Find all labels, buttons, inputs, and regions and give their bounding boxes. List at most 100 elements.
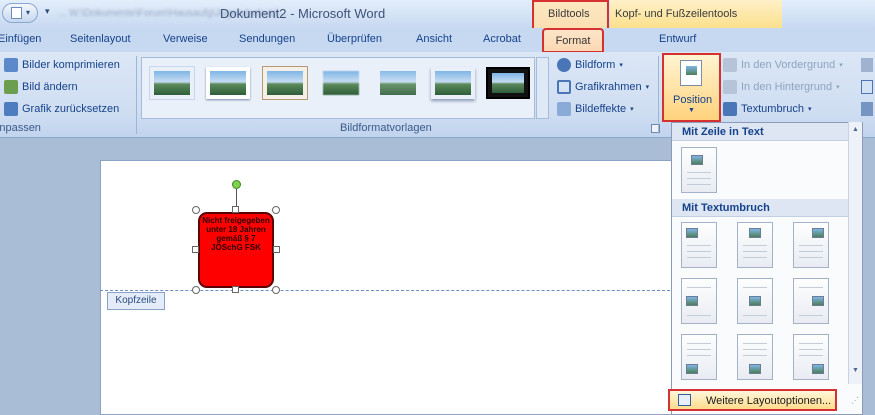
resize-handle-ne[interactable] [272,206,280,214]
quick-access-customize-icon[interactable]: ▾ [45,6,50,17]
tab-verweise[interactable]: Verweise [163,33,208,45]
tab-format-label: Format [555,35,591,47]
grafikrahmen-label: Grafikrahmen [575,81,642,93]
tab-entwurf[interactable]: Entwurf [659,33,696,45]
compress-icon [4,58,18,72]
resize-handle-w[interactable] [192,246,199,253]
resize-handle-n[interactable] [232,206,239,213]
frame-icon [557,80,571,94]
tab-ansicht[interactable]: Ansicht [416,33,452,45]
group-icon[interactable] [861,80,873,94]
reset-picture-icon [4,102,18,116]
scroll-down-icon[interactable]: ▼ [852,367,859,374]
resize-handle-nw[interactable] [192,206,200,214]
bildformatvorlagen-group-label: Bildformatvorlagen [340,122,432,134]
rotation-connector [236,189,237,207]
style-thumbnail-4[interactable] [319,67,363,99]
bildform-button[interactable]: Bildform ▾ [557,58,623,72]
hintergrund-label: In den Hintergrund [741,81,833,93]
effects-icon [557,102,571,116]
position-option-top-left[interactable] [681,222,717,268]
align-icon[interactable] [861,58,873,72]
chevron-down-icon: ▾ [619,62,623,69]
chevron-down-icon: ▾ [807,106,812,113]
tab-ueberpruefen[interactable]: Überprüfen [327,33,382,45]
vordergrund-button[interactable]: In den Vordergrund ▾ [723,58,843,72]
chevron-down-icon: ▾ [630,106,634,113]
hintergrund-button[interactable]: In den Hintergrund ▾ [723,80,840,94]
tab-acrobat[interactable]: Acrobat [483,33,521,45]
position-option-middle-center[interactable] [737,278,773,324]
window-title: Dokument2 - Microsoft Word [220,6,386,21]
section-wrap-heading: Mit Textumbruch [672,199,848,217]
section-inline-heading: Mit Zeile in Text [672,123,848,141]
bilder-komprimieren-label: Bilder komprimieren [22,59,120,71]
dropdown-scrollbar[interactable]: ▲ ▼ [848,122,862,384]
style-thumbnail-7[interactable] [486,67,530,99]
send-backward-icon [723,80,737,94]
position-option-inline[interactable] [681,147,717,193]
resize-handle-sw[interactable] [192,286,200,294]
chevron-down-icon: ▾ [839,62,843,69]
position-option-bottom-right[interactable] [793,334,829,380]
weitere-layoutoptionen-label: Weitere Layoutoptionen... [706,395,832,407]
tab-seitenlayout[interactable]: Seitenlayout [70,33,131,45]
bring-forward-icon [723,58,737,72]
bilder-komprimieren-button[interactable]: Bilder komprimieren [4,58,120,72]
style-thumbnail-2[interactable] [206,67,250,99]
position-option-top-right[interactable] [793,222,829,268]
scroll-up-icon[interactable]: ▲ [852,126,859,133]
position-option-top-center[interactable] [737,222,773,268]
kopfzeile-tag: Kopfzeile [107,292,165,310]
layout-options-icon [678,394,691,406]
position-label: Position [673,94,713,106]
tab-format[interactable]: Format [542,28,604,53]
group-separator [136,56,137,134]
chevron-down-icon: ▾ [836,84,840,91]
resize-handle-se[interactable] [272,286,280,294]
document-icon [11,7,22,19]
position-option-bottom-left[interactable] [681,334,717,380]
weitere-layoutoptionen-button[interactable]: Weitere Layoutoptionen... [668,389,837,411]
style-thumbnail-1[interactable] [150,67,194,99]
grafik-zuruecksetzen-label: Grafik zurücksetzen [22,103,120,115]
style-thumbnail-3[interactable] [263,67,307,99]
office-button[interactable]: ▾ [2,3,38,23]
chevron-down-icon: ▾ [26,8,31,17]
document-page[interactable] [100,160,672,415]
grafik-zuruecksetzen-button[interactable]: Grafik zurücksetzen [4,102,119,116]
kopf-fuss-label: Kopf- und Fußzeilentools [615,8,738,20]
style-thumbnail-6[interactable] [431,67,475,99]
textumbruch-label: Textumbruch [741,103,804,115]
textumbruch-button[interactable]: Textumbruch ▾ [723,102,812,116]
text-wrap-icon [723,102,737,116]
rotate-icon[interactable] [861,102,873,116]
tab-einfuegen[interactable]: Einfügen [0,33,41,45]
bildform-label: Bildform [575,59,616,71]
group-separator [658,56,659,134]
resize-handle-e[interactable] [273,246,280,253]
header-boundary-line [100,290,670,291]
resize-handle-s[interactable] [232,286,239,293]
bildeffekte-button[interactable]: Bildeffekte ▾ [557,102,634,116]
position-option-bottom-center[interactable] [737,334,773,380]
tab-sendungen[interactable]: Sendungen [239,33,295,45]
bildeffekte-label: Bildeffekte [575,103,627,115]
rotation-handle[interactable] [232,180,241,189]
style-thumbnail-5[interactable] [376,67,420,99]
chevron-down-icon: ▼ [688,107,695,114]
position-option-middle-right[interactable] [793,278,829,324]
change-picture-icon [4,80,18,94]
gallery-scroll[interactable] [536,57,549,119]
position-option-middle-left[interactable] [681,278,717,324]
anpassen-group-label: Anpassen [0,122,41,134]
bild-aendern-button[interactable]: Bild ändern [4,80,78,94]
chevron-down-icon: ▾ [645,84,650,91]
resize-grip-icon[interactable]: ⋰ [851,396,859,405]
vordergrund-label: In den Vordergrund [741,59,836,71]
shape-icon [557,58,571,72]
position-icon [680,60,702,86]
grafikrahmen-button[interactable]: Grafikrahmen ▾ [557,80,649,94]
bildtools-label: Bildtools [548,8,590,20]
image-text: Nicht freigegeben unter 18 Jahren gemäß … [202,216,270,252]
